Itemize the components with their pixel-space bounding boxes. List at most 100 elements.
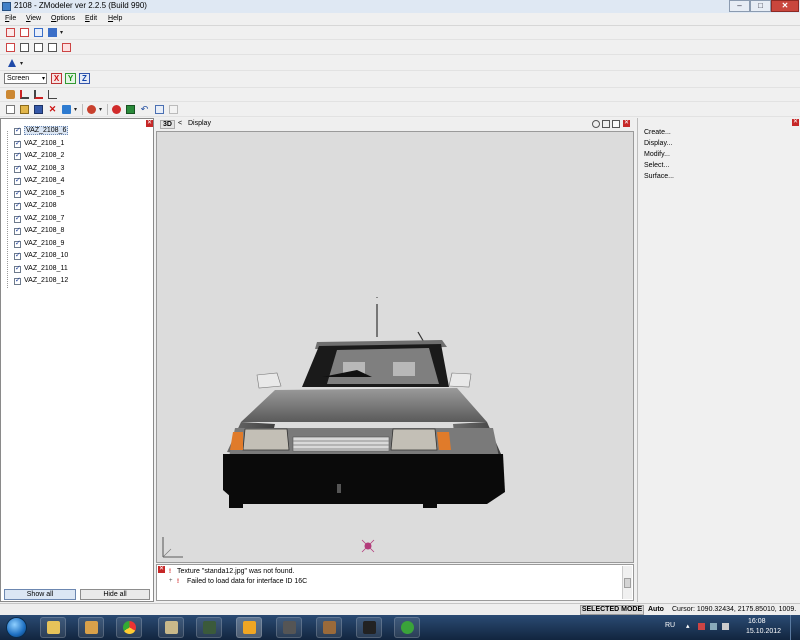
3d-viewport[interactable] [156,131,634,563]
minimize-button[interactable]: – [729,0,750,12]
chevron-down-icon[interactable]: ▾ [74,106,77,113]
visibility-checkbox[interactable] [14,126,21,135]
visibility-checkbox[interactable] [14,251,21,260]
car-model-render [162,297,505,558]
menu-file-label: ile [9,15,17,22]
command-create[interactable]: Create... [644,129,671,136]
visibility-checkbox[interactable] [14,239,21,248]
start-button[interactable] [6,617,27,638]
zoom-icon[interactable] [592,120,600,128]
command-display[interactable]: Display... [644,140,672,147]
taskbar-app[interactable] [78,617,104,638]
visibility-checkbox[interactable] [14,201,21,210]
show-all-button[interactable]: Show all [4,589,76,600]
taskbar-zmodeler[interactable] [236,617,262,638]
visibility-checkbox[interactable] [14,189,21,198]
cube-mode-icon[interactable] [62,43,71,52]
brush-icon[interactable] [6,90,15,99]
chevron-down-icon[interactable]: ▾ [20,60,23,67]
log-line: Texture "standa12.jpg" was not found. [177,568,295,575]
expand-icon[interactable]: + [169,578,173,584]
taskbar-app[interactable] [356,617,382,638]
pyramid-icon[interactable] [8,59,16,67]
select-vertex-icon[interactable] [20,28,29,37]
menu-help[interactable]: Help [108,15,122,22]
select-icon[interactable] [6,28,15,37]
render-icon[interactable] [126,105,135,114]
network-icon[interactable] [710,623,717,630]
move-icon[interactable] [34,28,43,37]
new-file-icon[interactable] [6,105,15,114]
chevron-down-icon[interactable]: ▾ [99,106,102,113]
close-icon[interactable]: ✕ [146,120,153,127]
close-icon[interactable]: ✕ [158,566,165,573]
taskbar-chrome[interactable] [116,617,142,638]
axis-z-toggle[interactable]: Z [79,73,90,84]
taskbar-app[interactable] [394,617,420,638]
visibility-checkbox[interactable] [14,151,21,160]
hide-all-button[interactable]: Hide all [80,589,150,600]
close-icon[interactable]: ✕ [623,120,630,127]
log-scrollbar[interactable] [622,566,632,599]
show-desktop-button[interactable] [790,615,800,640]
taskbar-app[interactable] [196,617,222,638]
chevron-down-icon[interactable]: ▾ [60,29,63,36]
selected-mode-indicator[interactable]: SELECTED MODE [580,605,644,615]
face-mode-icon[interactable] [34,43,43,52]
command-modify[interactable]: Modify... [644,151,670,158]
object-mode-icon[interactable] [48,43,57,52]
log-scroll-thumb[interactable] [624,578,631,588]
taskbar-app[interactable] [158,617,184,638]
vertex-mode-icon[interactable] [6,43,15,52]
command-select[interactable]: Select... [644,162,669,169]
app-icon [165,621,178,634]
menu-file[interactable]: File [5,15,16,22]
edge-mode-icon[interactable] [20,43,29,52]
visibility-checkbox[interactable] [14,226,21,235]
delete-icon[interactable]: ✕ [48,105,57,114]
language-indicator[interactable]: RU [665,622,675,629]
toolbar-separator [82,104,83,115]
export-icon[interactable] [87,105,96,114]
maximize-button[interactable]: □ [750,0,771,12]
maximize-view-icon[interactable] [612,120,620,128]
undo-icon[interactable]: ↶ [140,105,149,114]
flag-icon[interactable] [698,623,705,630]
axis-user-icon[interactable] [48,90,57,99]
save-icon[interactable] [34,105,43,114]
visibility-checkbox[interactable] [14,176,21,185]
visibility-checkbox[interactable] [14,139,21,148]
visibility-checkbox[interactable] [14,276,21,285]
import-icon[interactable] [62,105,71,114]
viewport-arrow[interactable]: < [178,120,182,127]
tray-expand-icon[interactable]: ▴ [686,622,690,630]
visibility-checkbox[interactable] [14,164,21,173]
axis-local-icon[interactable] [20,90,29,99]
command-surface[interactable]: Surface... [644,173,674,180]
visibility-checkbox[interactable] [14,214,21,223]
volume-icon[interactable] [722,623,729,630]
clock-time[interactable]: 16:08 [748,618,766,625]
axis-y-toggle[interactable]: Y [65,73,76,84]
coord-mode-select[interactable]: Screen ▾ [4,73,47,84]
visibility-checkbox[interactable] [14,264,21,273]
close-icon[interactable]: ✕ [792,119,799,126]
taskbar-app[interactable] [276,617,302,638]
zoom-extents-icon[interactable] [602,120,610,128]
auto-indicator[interactable]: Auto [648,606,664,613]
close-button[interactable]: ✕ [771,0,799,12]
taskbar-app[interactable] [316,617,342,638]
properties-icon[interactable] [155,105,164,114]
tree-item-label: VAZ_2108_4 [24,177,65,184]
clock-date[interactable]: 15.10.2012 [746,628,781,635]
taskbar-explorer[interactable] [40,617,66,638]
menu-view[interactable]: View [26,15,41,22]
layer-icon[interactable] [48,28,57,37]
record-icon[interactable] [112,105,121,114]
open-folder-icon[interactable] [20,105,29,114]
axis-x-toggle[interactable]: X [51,73,62,84]
axis-world-icon[interactable] [34,90,43,99]
menu-edit[interactable]: Edit [85,15,97,22]
view-mode-button[interactable]: 3D [160,120,175,129]
menu-options[interactable]: Options [51,15,75,22]
